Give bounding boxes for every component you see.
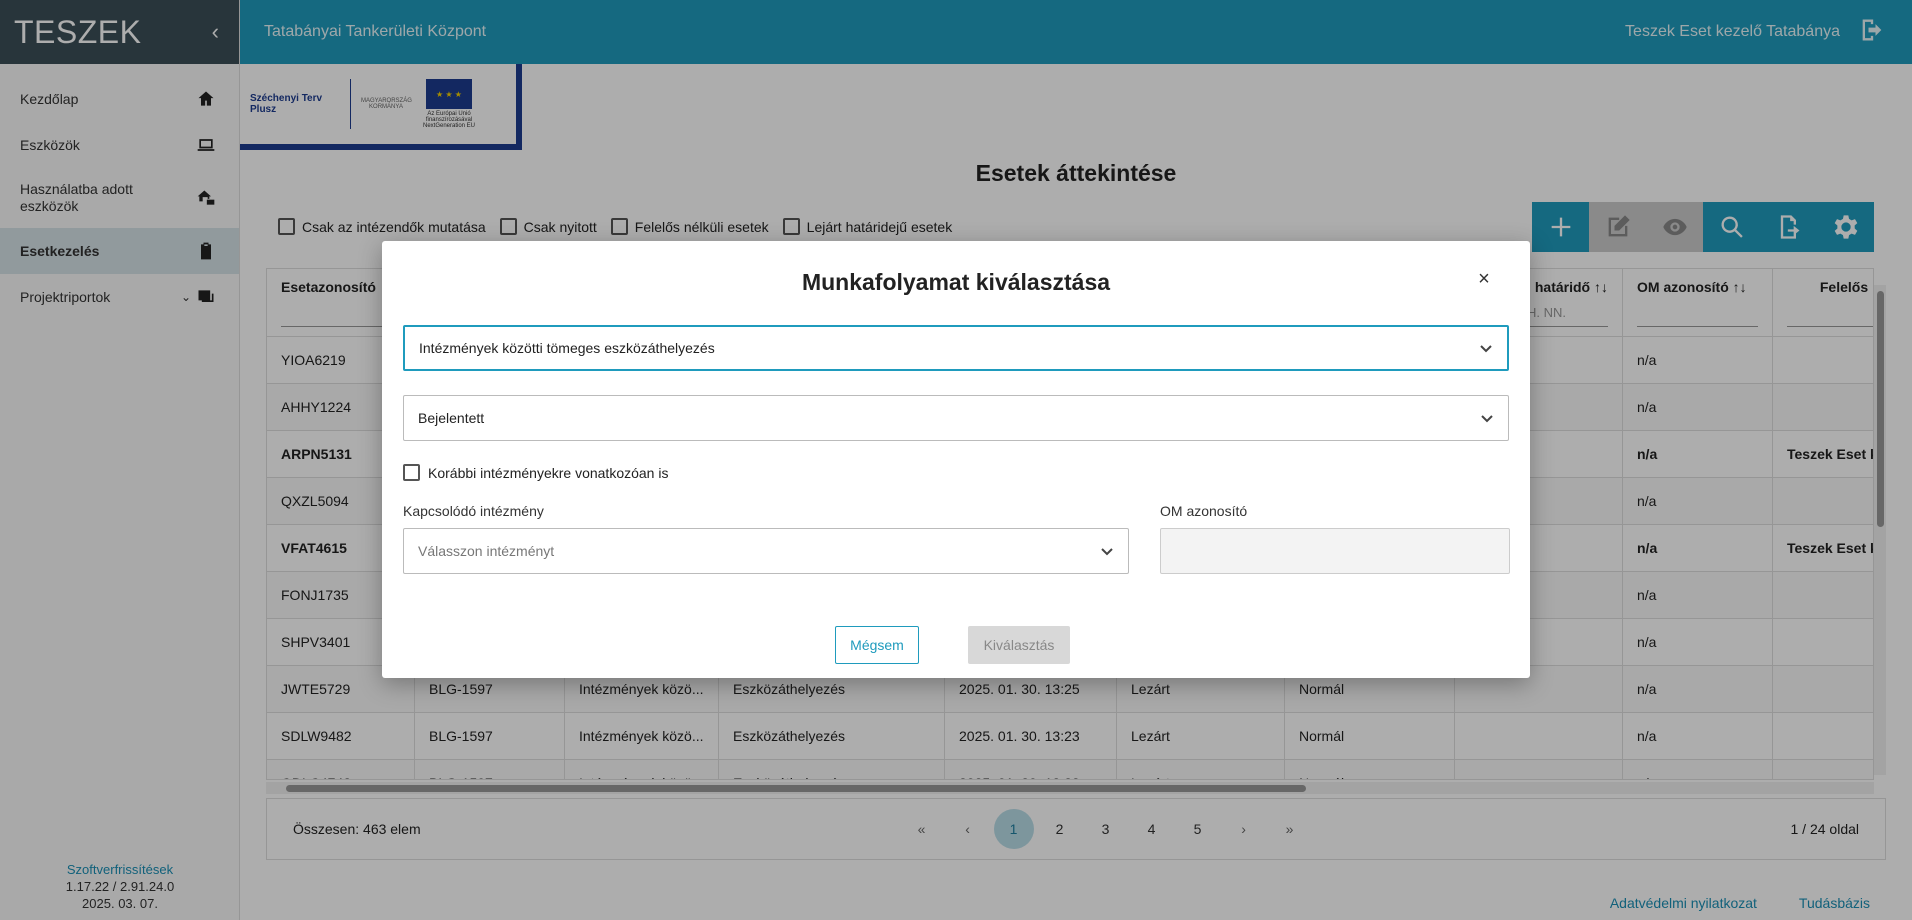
- close-icon[interactable]: ×: [1474, 269, 1494, 289]
- institution-select[interactable]: Válasszon intézményt: [403, 528, 1129, 574]
- dialog-title: Munkafolyamat kiválasztása: [801, 269, 1111, 295]
- checkbox[interactable]: [403, 464, 420, 481]
- workflow-select[interactable]: Intézmények közötti tömeges eszközáthely…: [403, 325, 1509, 371]
- workflow-select-value: Intézmények közötti tömeges eszközáthely…: [419, 340, 715, 356]
- om-label: OM azonosító: [1160, 503, 1248, 519]
- cancel-button[interactable]: Mégsem: [835, 626, 919, 664]
- institution-label: Kapcsolódó intézmény: [403, 503, 544, 519]
- chevron-down-icon: [1481, 415, 1493, 423]
- workflow-select-dialog: Munkafolyamat kiválasztása × Intézmények…: [382, 241, 1530, 678]
- checkbox-label: Korábbi intézményekre vonatkozóan is: [428, 464, 669, 481]
- previous-institutions-checkbox[interactable]: Korábbi intézményekre vonatkozóan is: [403, 464, 668, 481]
- chevron-down-icon: [1480, 345, 1492, 353]
- institution-select-placeholder: Válasszon intézményt: [418, 543, 555, 559]
- om-input: [1160, 528, 1510, 574]
- status-select[interactable]: Bejelentett: [403, 395, 1509, 441]
- chevron-down-icon: [1101, 548, 1113, 556]
- select-button: Kiválasztás: [968, 626, 1070, 664]
- status-select-value: Bejelentett: [418, 410, 485, 426]
